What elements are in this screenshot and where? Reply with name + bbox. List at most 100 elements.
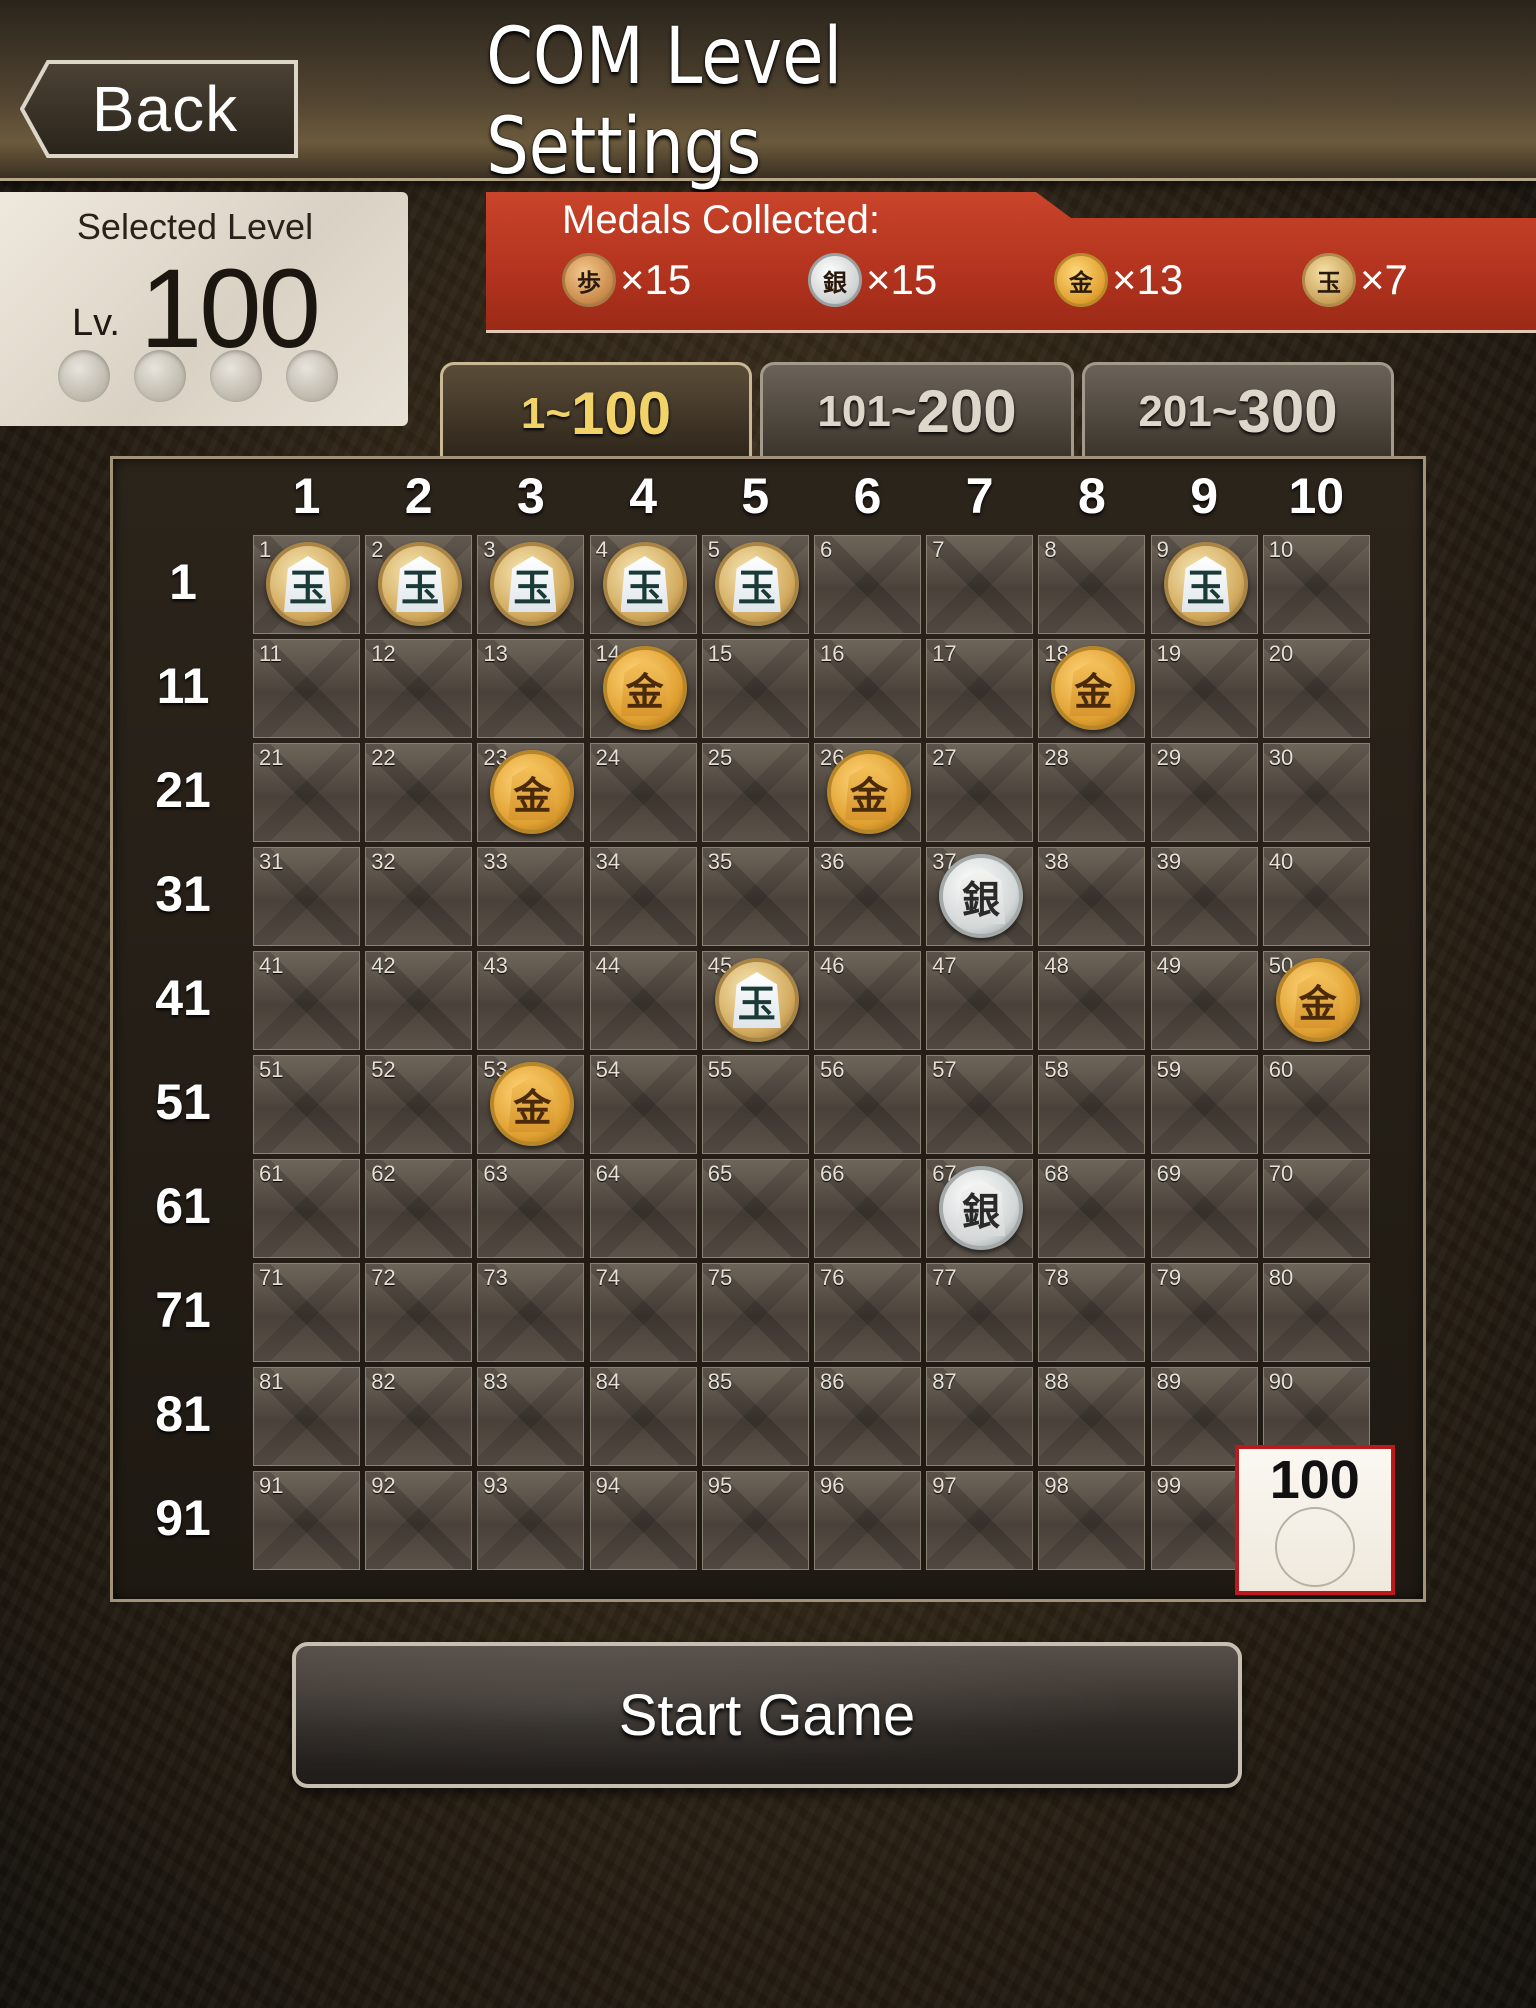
level-cell-73[interactable]: 73 [477, 1263, 585, 1362]
level-cell-10[interactable]: 10 [1262, 535, 1370, 634]
level-cell-5[interactable]: 5玉 [701, 535, 809, 634]
level-cell-21[interactable]: 21 [253, 743, 360, 842]
level-cell-17[interactable]: 17 [926, 639, 1034, 738]
level-cell-31[interactable]: 31 [253, 847, 360, 946]
back-button[interactable]: Back [20, 60, 298, 158]
level-cell-56[interactable]: 56 [814, 1055, 921, 1154]
level-cell-57[interactable]: 57 [926, 1055, 1034, 1154]
start-game-button[interactable]: Start Game [292, 1642, 1242, 1788]
level-cell-84[interactable]: 84 [589, 1367, 697, 1466]
level-cell-98[interactable]: 98 [1038, 1471, 1146, 1570]
level-cell-6[interactable]: 6 [814, 535, 921, 634]
level-cell-1[interactable]: 1玉 [253, 535, 360, 634]
level-cell-41[interactable]: 41 [253, 951, 360, 1050]
level-cell-67[interactable]: 67 銀 [926, 1159, 1034, 1258]
level-cell-3[interactable]: 3玉 [477, 535, 585, 634]
level-cell-12[interactable]: 12 [365, 639, 473, 738]
level-cell-53[interactable]: 53 金 [477, 1055, 585, 1154]
level-cell-32[interactable]: 32 [365, 847, 473, 946]
level-cell-93[interactable]: 93 [477, 1471, 585, 1570]
level-cell-48[interactable]: 48 [1038, 951, 1146, 1050]
level-cell-43[interactable]: 43 [477, 951, 585, 1050]
level-cell-70[interactable]: 70 [1262, 1159, 1370, 1258]
level-cell-58[interactable]: 58 [1038, 1055, 1146, 1154]
level-cell-37[interactable]: 37 銀 [926, 847, 1034, 946]
tab-101-200[interactable]: 101 ~200 [760, 362, 1074, 458]
level-cell-49[interactable]: 49 [1150, 951, 1258, 1050]
level-cell-25[interactable]: 25 [701, 743, 809, 842]
level-cell-76[interactable]: 76 [814, 1263, 921, 1362]
level-cell-8[interactable]: 8 [1038, 535, 1146, 634]
level-cell-62[interactable]: 62 [365, 1159, 473, 1258]
level-cell-38[interactable]: 38 [1038, 847, 1146, 946]
level-cell-61[interactable]: 61 [253, 1159, 360, 1258]
level-cell-71[interactable]: 71 [253, 1263, 360, 1362]
level-cell-36[interactable]: 36 [814, 847, 921, 946]
level-cell-35[interactable]: 35 [701, 847, 809, 946]
level-cell-55[interactable]: 55 [701, 1055, 809, 1154]
level-cell-9[interactable]: 9玉 [1150, 535, 1258, 634]
level-cell-79[interactable]: 79 [1150, 1263, 1258, 1362]
level-cell-29[interactable]: 29 [1150, 743, 1258, 842]
level-cell-85[interactable]: 85 [701, 1367, 809, 1466]
level-cell-54[interactable]: 54 [589, 1055, 697, 1154]
tab-1-100[interactable]: 1 ~100 [440, 362, 752, 462]
level-cell-96[interactable]: 96 [814, 1471, 921, 1570]
level-cell-24[interactable]: 24 [589, 743, 697, 842]
level-cell-47[interactable]: 47 [926, 951, 1034, 1050]
level-cell-74[interactable]: 74 [589, 1263, 697, 1362]
level-cell-13[interactable]: 13 [477, 639, 585, 738]
level-cell-15[interactable]: 15 [701, 639, 809, 738]
level-cell-59[interactable]: 59 [1150, 1055, 1258, 1154]
level-cell-19[interactable]: 19 [1150, 639, 1258, 738]
level-cell-45[interactable]: 45 玉 [701, 951, 809, 1050]
level-cell-100[interactable]: 100 [1234, 1445, 1395, 1595]
level-cell-7[interactable]: 7 [926, 535, 1034, 634]
level-cell-69[interactable]: 69 [1150, 1159, 1258, 1258]
level-cell-88[interactable]: 88 [1038, 1367, 1146, 1466]
level-cell-97[interactable]: 97 [926, 1471, 1034, 1570]
level-cell-34[interactable]: 34 [589, 847, 697, 946]
level-cell-95[interactable]: 95 [701, 1471, 809, 1570]
level-cell-94[interactable]: 94 [589, 1471, 697, 1570]
level-cell-27[interactable]: 27 [926, 743, 1034, 842]
level-cell-77[interactable]: 77 [926, 1263, 1034, 1362]
level-cell-11[interactable]: 11 [253, 639, 360, 738]
level-cell-75[interactable]: 75 [701, 1263, 809, 1362]
level-cell-87[interactable]: 87 [926, 1367, 1034, 1466]
level-cell-4[interactable]: 4玉 [589, 535, 697, 634]
level-cell-16[interactable]: 16 [814, 639, 921, 738]
level-cell-2[interactable]: 2玉 [365, 535, 473, 634]
level-cell-20[interactable]: 20 [1262, 639, 1370, 738]
level-cell-80[interactable]: 80 [1262, 1263, 1370, 1362]
level-cell-42[interactable]: 42 [365, 951, 473, 1050]
level-cell-23[interactable]: 23 金 [477, 743, 585, 842]
level-cell-14[interactable]: 14 金 [589, 639, 697, 738]
level-cell-91[interactable]: 91 [253, 1471, 360, 1570]
level-cell-44[interactable]: 44 [589, 951, 697, 1050]
level-cell-78[interactable]: 78 [1038, 1263, 1146, 1362]
level-cell-64[interactable]: 64 [589, 1159, 697, 1258]
level-cell-86[interactable]: 86 [814, 1367, 921, 1466]
level-cell-39[interactable]: 39 [1150, 847, 1258, 946]
level-cell-60[interactable]: 60 [1262, 1055, 1370, 1154]
level-cell-28[interactable]: 28 [1038, 743, 1146, 842]
level-cell-51[interactable]: 51 [253, 1055, 360, 1154]
level-cell-40[interactable]: 40 [1262, 847, 1370, 946]
level-cell-72[interactable]: 72 [365, 1263, 473, 1362]
tab-201-300[interactable]: 201 ~300 [1082, 362, 1394, 458]
level-cell-18[interactable]: 18 金 [1038, 639, 1146, 738]
level-cell-82[interactable]: 82 [365, 1367, 473, 1466]
level-cell-63[interactable]: 63 [477, 1159, 585, 1258]
level-cell-83[interactable]: 83 [477, 1367, 585, 1466]
level-cell-65[interactable]: 65 [701, 1159, 809, 1258]
level-cell-68[interactable]: 68 [1038, 1159, 1146, 1258]
level-cell-92[interactable]: 92 [365, 1471, 473, 1570]
level-cell-26[interactable]: 26 金 [814, 743, 921, 842]
level-cell-30[interactable]: 30 [1262, 743, 1370, 842]
level-cell-50[interactable]: 50 金 [1262, 951, 1370, 1050]
level-cell-22[interactable]: 22 [365, 743, 473, 842]
level-cell-46[interactable]: 46 [814, 951, 921, 1050]
level-cell-52[interactable]: 52 [365, 1055, 473, 1154]
level-cell-66[interactable]: 66 [814, 1159, 921, 1258]
